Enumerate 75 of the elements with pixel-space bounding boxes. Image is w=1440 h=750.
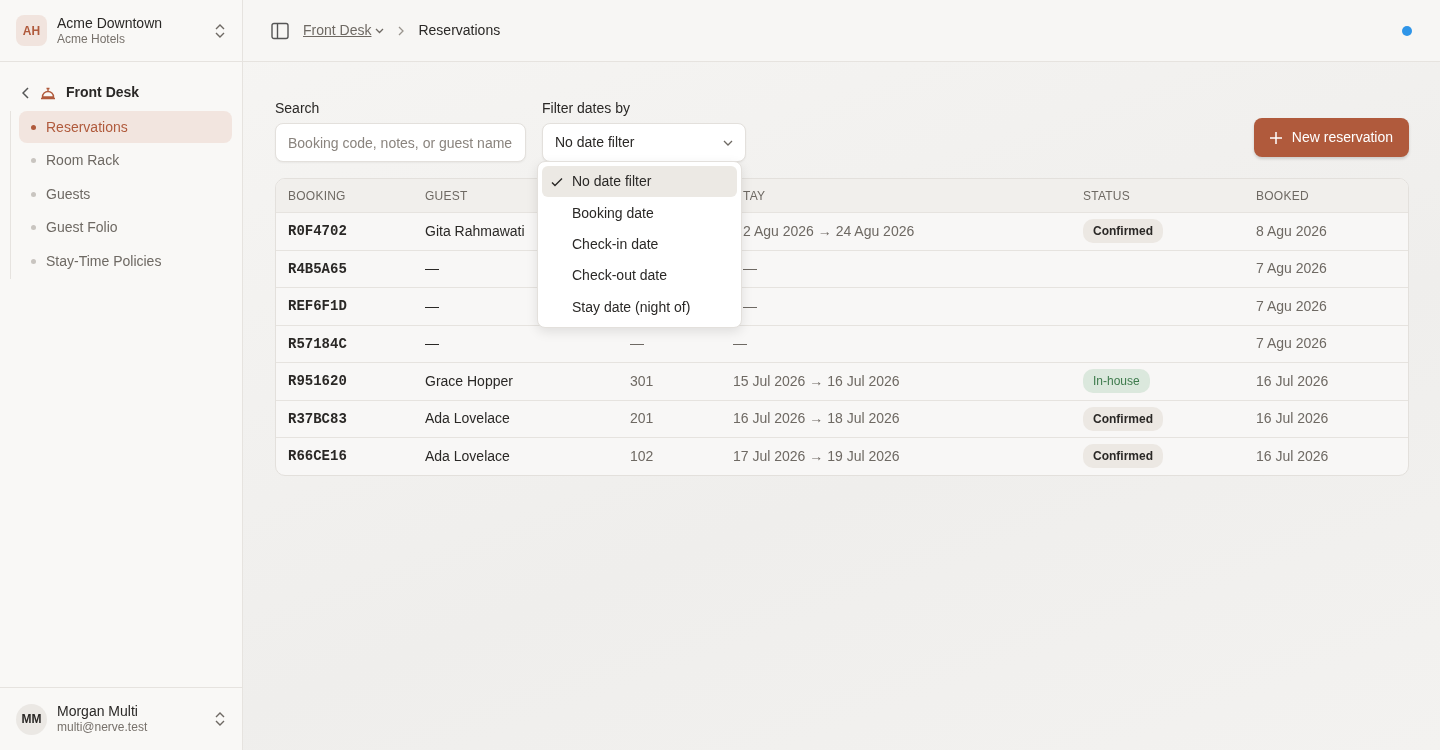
organization-name: Acme Hotels: [57, 31, 127, 47]
filter-label: Filter dates by: [542, 99, 631, 118]
table-cell: 7 Agu 2026: [1256, 297, 1327, 314]
table-cell: 7 Agu 2026: [1256, 260, 1327, 277]
workspace-name: Acme Downtown: [57, 14, 163, 32]
breadcrumb-separator-icon: [398, 25, 405, 36]
account-chevrons-icon[interactable]: [214, 711, 226, 727]
menu-option[interactable]: Check-out date: [542, 260, 737, 292]
chevron-down-icon: [375, 27, 385, 34]
booking-code: R4B5A65: [288, 260, 347, 277]
table-cell: —: [425, 260, 439, 277]
sidebar-item[interactable]: Guest Folio: [19, 211, 232, 244]
chevron-down-icon: [723, 139, 733, 146]
status-dot: [1402, 25, 1412, 36]
table-cell: —: [743, 297, 757, 314]
plus-icon: [1269, 131, 1282, 144]
table-cell: 7 Agu 2026: [1256, 335, 1327, 352]
table-cell: Ada Lovelace: [425, 410, 510, 427]
search-label: Search: [275, 99, 321, 118]
table-cell: 16 Jul 2026: [1256, 410, 1329, 427]
service-bell-icon: [40, 85, 56, 100]
column-header: GUEST: [425, 188, 468, 203]
column-header: STATUS: [1083, 188, 1130, 203]
table-cell: 15 Jul 2026 → 16 Jul 2026: [733, 372, 900, 389]
table-cell: —: [630, 335, 644, 352]
table-cell: 102: [630, 447, 654, 464]
back-chevron-icon[interactable]: [22, 86, 30, 99]
menu-option[interactable]: No date filter: [542, 166, 737, 198]
column-header: BOOKED: [1256, 188, 1309, 203]
status-badge: Confirmed: [1083, 219, 1163, 244]
user-email: multi@nerve.test: [57, 720, 148, 735]
new-reservation-button[interactable]: New reservation: [1253, 118, 1409, 157]
breadcrumb-current: Reservations: [418, 21, 501, 40]
workspace-avatar: AH: [16, 15, 47, 46]
booking-code: R66CE16: [288, 448, 347, 465]
table-cell: Grace Hopper: [425, 372, 513, 389]
user-avatar: MM: [16, 703, 47, 735]
breadcrumb-link[interactable]: Front Desk: [303, 20, 385, 41]
menu-option[interactable]: Booking date: [542, 197, 737, 229]
table-cell: Gita Rahmawati: [425, 222, 525, 239]
table-cell: 16 Jul 2026 → 18 Jul 2026: [733, 410, 900, 427]
booking-code: R37BC83: [288, 410, 347, 427]
table-cell: —: [425, 335, 439, 352]
sidebar-toggle-icon[interactable]: [271, 21, 289, 40]
table-cell: —: [743, 260, 757, 277]
table-cell: —: [733, 335, 747, 352]
status-badge: In-house: [1083, 369, 1150, 394]
sidebar-item[interactable]: Stay-Time Policies: [19, 245, 232, 277]
status-badge: Confirmed: [1083, 406, 1163, 431]
column-header: BOOKING: [288, 188, 346, 203]
table-cell: 17 Jul 2026 → 19 Jul 2026: [733, 447, 900, 464]
user-name: Morgan Multi: [57, 703, 139, 720]
switcher-chevrons-icon[interactable]: [214, 22, 226, 39]
table-cell: 2 Agu 2026 → 24 Agu 2026: [743, 222, 915, 239]
date-filter-select[interactable]: No date filter: [542, 123, 746, 162]
table-cell: —: [425, 297, 439, 314]
booking-code: R0F4702: [288, 223, 347, 240]
table-cell: 8 Agu 2026: [1256, 222, 1327, 239]
table-cell: 201: [630, 410, 654, 427]
search-field[interactable]: Booking code, notes, or guest name: [275, 123, 526, 162]
booking-code: R951620: [288, 373, 347, 390]
sidebar-item[interactable]: Reservations: [19, 111, 232, 143]
table-cell: 16 Jul 2026: [1256, 372, 1329, 389]
table-cell: Ada Lovelace: [425, 447, 510, 464]
menu-option[interactable]: Check-in date: [542, 228, 737, 261]
column-header: TAY: [743, 188, 766, 203]
table-cell: 16 Jul 2026: [1256, 447, 1329, 464]
sidebar-item[interactable]: Guests: [19, 178, 232, 210]
section-title: Front Desk: [66, 83, 140, 102]
menu-option[interactable]: Stay date (night of): [542, 291, 737, 323]
table-cell: 301: [630, 372, 654, 389]
booking-code: R57184C: [288, 335, 347, 352]
status-badge: Confirmed: [1083, 444, 1163, 469]
sidebar-item[interactable]: Room Rack: [19, 144, 232, 177]
booking-code: REF6F1D: [288, 298, 347, 315]
